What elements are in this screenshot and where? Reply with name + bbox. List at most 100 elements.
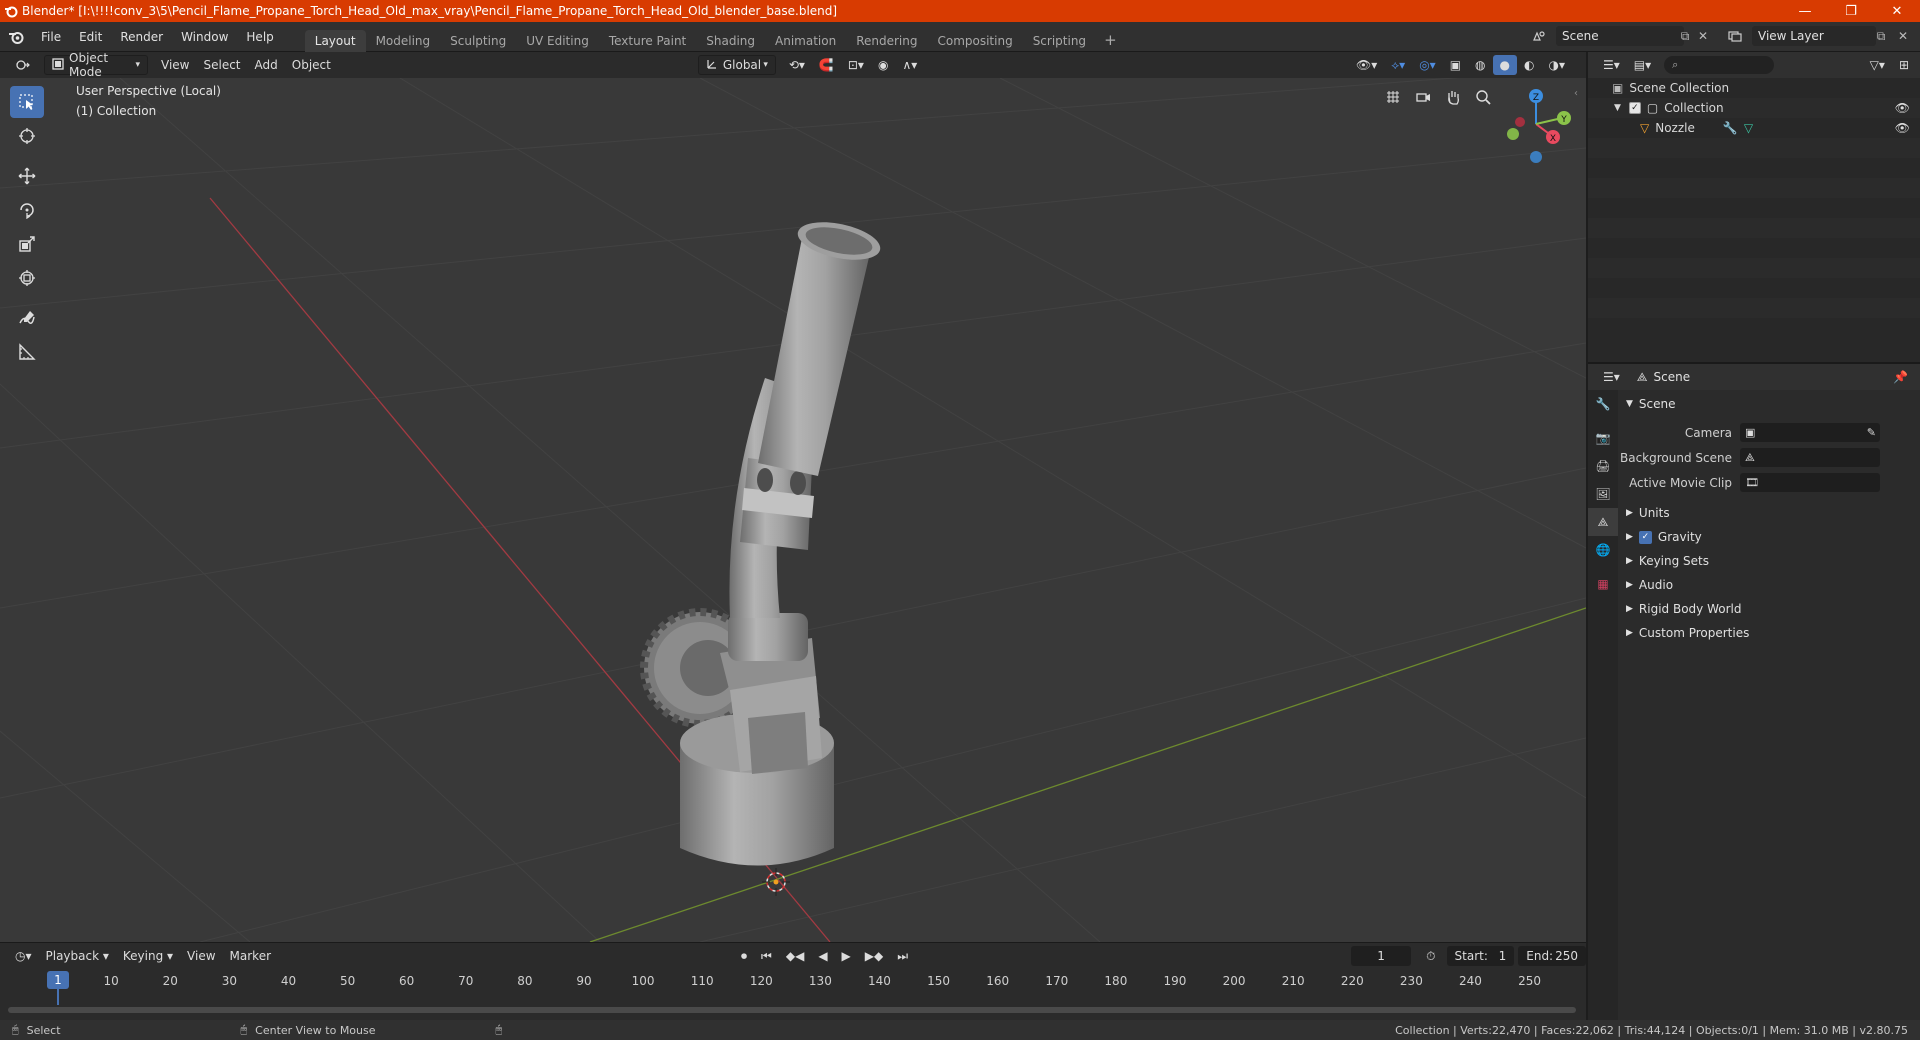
- timeline-ruler[interactable]: 1 10 20 30 40 50 60 70 80 90 100 110 120 130 140 150 160…: [0, 971, 1586, 1005]
- gizmo-toggle-icon[interactable]: ⟡▾: [1384, 55, 1412, 75]
- restore-icon[interactable]: ❐: [1828, 0, 1874, 22]
- snap-icon[interactable]: 🧲: [812, 55, 841, 75]
- 3d-viewport[interactable]: User Perspective (Local) (1) Collection …: [0, 78, 1586, 942]
- cursor-tool-icon[interactable]: [10, 120, 44, 152]
- tab-scripting[interactable]: Scripting: [1023, 30, 1096, 52]
- tab-rendering[interactable]: Rendering: [846, 30, 927, 52]
- play-icon[interactable]: ▶: [835, 946, 858, 966]
- menu-help[interactable]: Help: [237, 22, 282, 52]
- custom-properties-panel[interactable]: ▶ Custom Properties: [1618, 621, 1920, 645]
- menu-window[interactable]: Window: [172, 22, 237, 52]
- scene-section-header[interactable]: ▼ Scene: [1618, 392, 1920, 416]
- jump-to-end-icon[interactable]: ⏭: [890, 946, 915, 966]
- tab-shading[interactable]: Shading: [696, 30, 765, 52]
- tab-uv-editing[interactable]: UV Editing: [516, 30, 599, 52]
- rotate-tool-icon[interactable]: [10, 194, 44, 226]
- start-frame-field[interactable]: Start: 1: [1446, 946, 1515, 966]
- move-tool-icon[interactable]: [10, 160, 44, 192]
- end-frame-field[interactable]: End: 250: [1518, 946, 1586, 966]
- visibility-selectability-icon[interactable]: 👁▾: [1349, 55, 1384, 75]
- outliner-scene-collection[interactable]: ▣ Scene Collection: [1588, 78, 1920, 98]
- scene-selector-icon[interactable]: [1528, 26, 1550, 46]
- current-frame-field[interactable]: 1: [1351, 946, 1412, 966]
- add-workspace-icon[interactable]: +: [1096, 31, 1125, 49]
- view-layer-tab-icon[interactable]: 🖼: [1588, 480, 1618, 508]
- world-tab-icon[interactable]: 🌐: [1588, 536, 1618, 564]
- editor-type-icon[interactable]: [8, 55, 40, 75]
- scene-name-field[interactable]: Scene: [1556, 26, 1684, 46]
- background-scene-field[interactable]: ⟁: [1740, 448, 1880, 467]
- eye-icon[interactable]: 👁: [1895, 101, 1910, 115]
- proportional-editing-icon[interactable]: ◉: [871, 55, 895, 75]
- close-icon[interactable]: ✕: [1874, 0, 1920, 22]
- wireframe-shading-icon[interactable]: ◍: [1468, 55, 1492, 75]
- jump-to-keyframe-forward-icon[interactable]: ▶◆: [858, 946, 890, 966]
- gravity-panel[interactable]: ▶ ✓ Gravity: [1618, 525, 1920, 549]
- timeline-menu-playback[interactable]: Playback ▾: [39, 946, 116, 966]
- jump-to-keyframe-back-icon[interactable]: ◆◀: [779, 946, 811, 966]
- tab-layout[interactable]: Layout: [304, 29, 366, 52]
- modifier-wrench-icon[interactable]: 🔧: [1723, 121, 1738, 135]
- properties-editor-type-icon[interactable]: ☰▾: [1596, 367, 1627, 387]
- rendered-shading-icon[interactable]: ◑▾: [1542, 55, 1573, 75]
- view-layer-icon[interactable]: [1724, 26, 1746, 46]
- tab-animation[interactable]: Animation: [765, 30, 846, 52]
- select-box-tool-icon[interactable]: [10, 86, 44, 118]
- outliner-collection-row[interactable]: ▼ ✓ ▢ Collection 👁: [1588, 98, 1920, 118]
- object-mode-dropdown[interactable]: Object Mode ▾: [44, 51, 148, 79]
- overlays-toggle-icon[interactable]: ◎▾: [1412, 55, 1443, 75]
- blender-menu-icon[interactable]: [0, 22, 32, 52]
- units-panel[interactable]: ▶ Units: [1618, 501, 1920, 525]
- sidebar-toggle-icon[interactable]: ‹: [1574, 88, 1578, 99]
- collapse-arrow-icon[interactable]: ▼: [1614, 103, 1621, 113]
- timeline-editor-type-icon[interactable]: ◷▾: [8, 946, 39, 966]
- viewport-menu-object[interactable]: Object: [285, 55, 338, 75]
- xray-toggle-icon[interactable]: ▣: [1443, 55, 1468, 75]
- timeline-menu-keying[interactable]: Keying ▾: [116, 946, 180, 966]
- annotate-tool-icon[interactable]: [10, 302, 44, 334]
- collection-checkbox[interactable]: ✓: [1628, 102, 1641, 114]
- timeline-menu-marker[interactable]: Marker: [223, 946, 278, 966]
- pan-view-icon[interactable]: [1440, 84, 1466, 110]
- snap-target-icon[interactable]: ⊡▾: [841, 55, 871, 75]
- output-tab-icon[interactable]: 🖨: [1588, 452, 1618, 480]
- gravity-checkbox[interactable]: ✓: [1638, 530, 1652, 544]
- scene-tab-icon[interactable]: ⟁: [1588, 508, 1618, 536]
- material-shading-icon[interactable]: ◐: [1517, 55, 1541, 75]
- new-view-layer-icon[interactable]: ⧉: [1870, 26, 1892, 46]
- viewport-menu-select[interactable]: Select: [196, 55, 247, 75]
- toggle-grid-view-icon[interactable]: [1380, 84, 1406, 110]
- nozzle-object[interactable]: [640, 216, 884, 866]
- active-movie-clip-field[interactable]: 🎞: [1740, 473, 1880, 492]
- camera-field[interactable]: ▣ ✎: [1740, 423, 1880, 442]
- minimize-icon[interactable]: —: [1782, 0, 1828, 22]
- solid-shading-icon[interactable]: ●: [1492, 55, 1518, 75]
- falloff-icon[interactable]: ∧▾: [895, 55, 924, 75]
- render-tab-icon[interactable]: 📷: [1588, 424, 1618, 452]
- timeline-menu-view[interactable]: View: [180, 946, 222, 966]
- mesh-data-icon[interactable]: ▽: [1744, 121, 1753, 135]
- jump-to-start-icon[interactable]: ⏮: [754, 946, 779, 966]
- menu-render[interactable]: Render: [111, 22, 172, 52]
- filter-icon[interactable]: ▽▾: [1863, 55, 1892, 75]
- scale-tool-icon[interactable]: [10, 228, 44, 260]
- camera-view-icon[interactable]: [1410, 84, 1436, 110]
- measure-tool-icon[interactable]: [10, 336, 44, 368]
- orientation-dropdown[interactable]: Global ▾: [697, 55, 776, 75]
- delete-view-layer-icon[interactable]: ✕: [1892, 26, 1914, 46]
- outliner-editor-type-icon[interactable]: ☰▾: [1596, 55, 1627, 75]
- navigation-gizmo[interactable]: Z X Y: [1496, 84, 1576, 168]
- audio-panel[interactable]: ▶ Audio: [1618, 573, 1920, 597]
- tab-modeling[interactable]: Modeling: [366, 30, 441, 52]
- rigid-body-world-panel[interactable]: ▶ Rigid Body World: [1618, 597, 1920, 621]
- tool-settings-tab-icon[interactable]: 🔧: [1588, 390, 1618, 418]
- eye-icon[interactable]: 👁: [1895, 121, 1910, 135]
- view-layer-field[interactable]: View Layer: [1752, 26, 1876, 46]
- new-collection-icon[interactable]: ⊞: [1892, 55, 1916, 75]
- tab-sculpting[interactable]: Sculpting: [440, 30, 516, 52]
- menu-file[interactable]: File: [32, 22, 70, 52]
- display-mode-icon[interactable]: ▤▾: [1627, 55, 1658, 75]
- tab-compositing[interactable]: Compositing: [927, 30, 1022, 52]
- preview-range-icon[interactable]: ⏱: [1419, 946, 1442, 966]
- record-keyframe-icon[interactable]: ⏺: [734, 946, 754, 966]
